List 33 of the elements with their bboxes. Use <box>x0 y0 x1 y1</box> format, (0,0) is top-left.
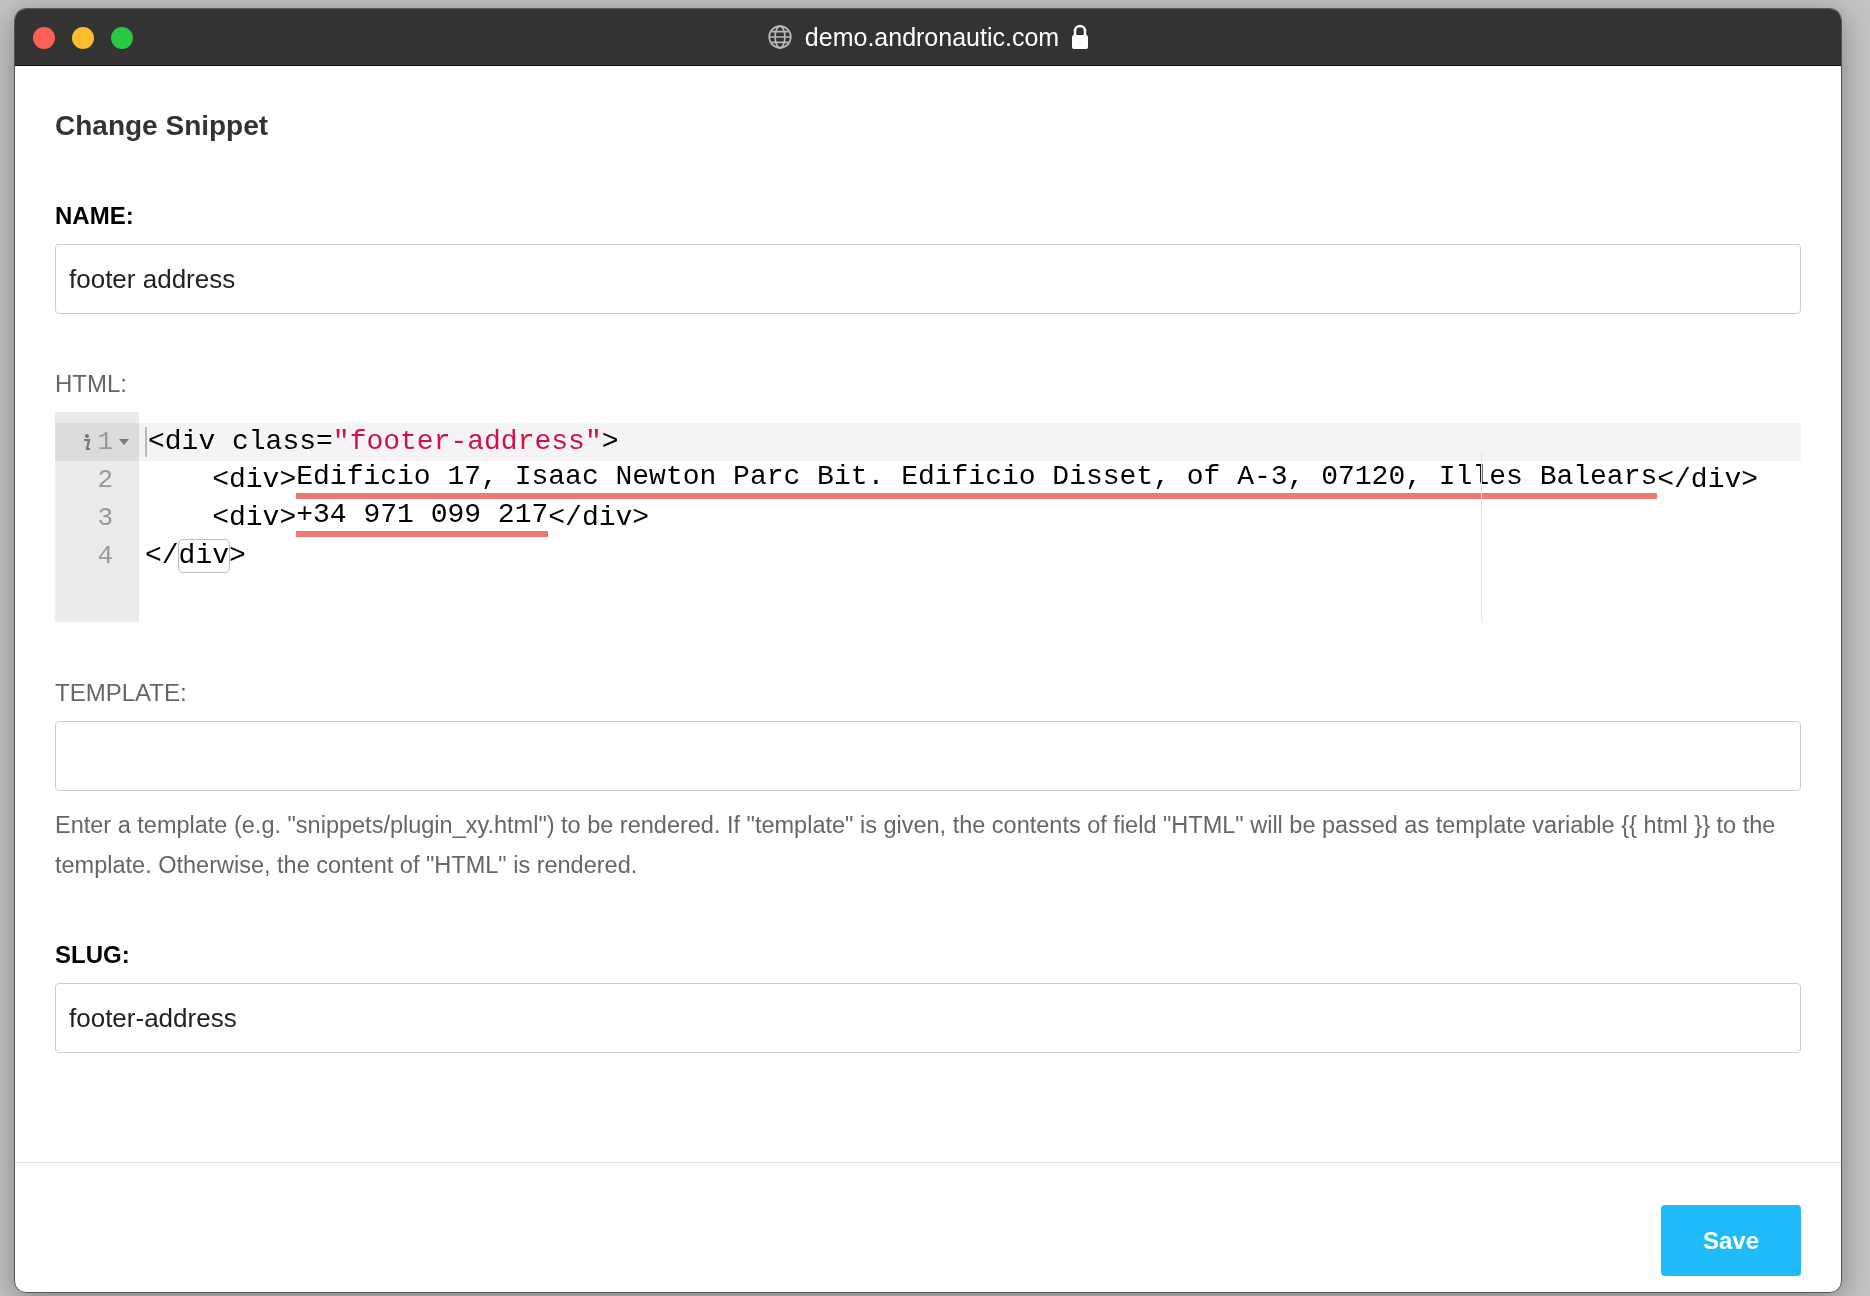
info-icon <box>81 432 92 452</box>
code-text: <div> <box>211 464 297 496</box>
window-title: demo.andronautic.com <box>804 22 1060 52</box>
dialog-title: Change Snippet <box>55 110 270 142</box>
field-label: HTML: <box>55 370 127 398</box>
code-text: </div> <box>548 502 650 534</box>
globe-icon <box>766 24 793 50</box>
line-number: 3 <box>97 503 113 533</box>
text-cursor <box>145 427 147 457</box>
code-text: > <box>601 426 619 458</box>
code-text: > <box>229 540 246 572</box>
maximize-button[interactable] <box>111 27 133 49</box>
code-text: <div class= <box>148 426 333 458</box>
line-number: 1 <box>97 427 113 457</box>
misspelled-code-text: +34 971 099 217 <box>296 499 549 537</box>
code-string: "footer-address" <box>332 426 602 458</box>
line-number: 4 <box>97 541 113 571</box>
field-label: SLUG: <box>55 941 130 969</box>
code-text: <div> <box>211 502 297 534</box>
help-text: Enter a template (e.g. "snippets/plugin_xy.html") to be rendered. If "template" is given, the contents of field "HTML" will be passed as template variable {{ html }} to the template. Otherwise, the content of "HTML" is rendered. <box>55 811 1777 880</box>
field-label: TEMPLATE: <box>55 679 187 707</box>
code-text: </ <box>145 540 179 572</box>
minimize-button[interactable] <box>72 27 94 49</box>
field-label: NAME: <box>55 202 134 230</box>
name-input-field[interactable]: footer address <box>55 244 1801 314</box>
fold-caret-icon[interactable] <box>119 439 129 445</box>
close-button[interactable] <box>33 27 55 49</box>
slug-input-field[interactable]: footer-address <box>55 983 1801 1053</box>
matched-bracket-text: div <box>178 540 230 572</box>
template-input-field[interactable] <box>55 721 1801 791</box>
lock-icon <box>1071 24 1090 50</box>
line-number: 2 <box>97 465 113 495</box>
code-text: </div> <box>1657 464 1759 496</box>
